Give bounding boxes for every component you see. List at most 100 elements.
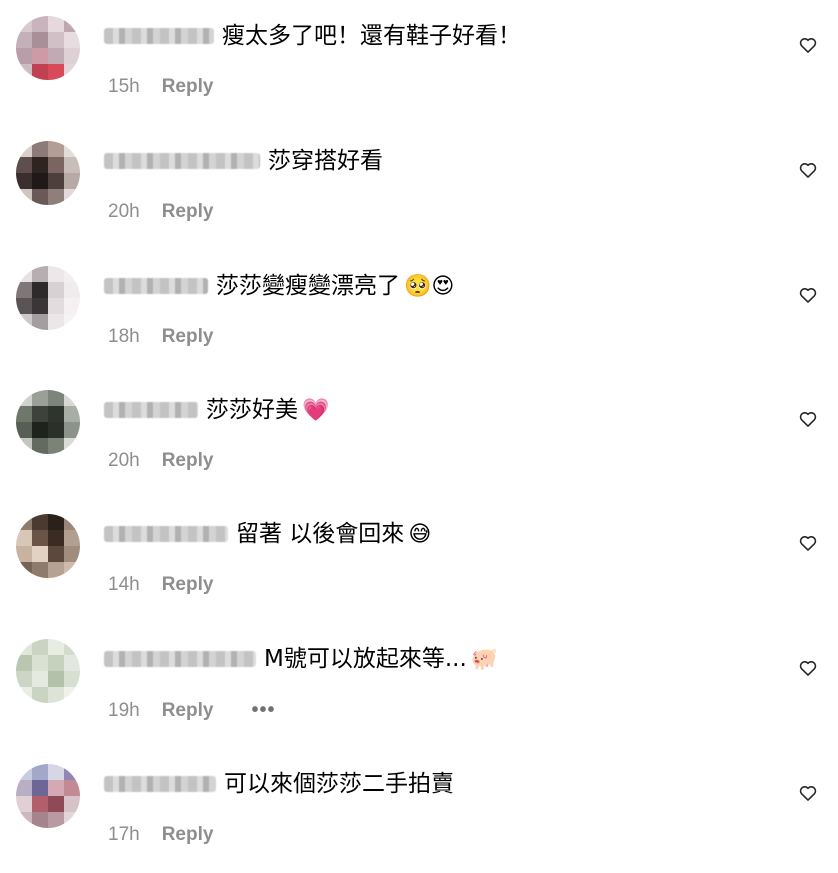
avatar-mosaic-tile — [32, 390, 48, 406]
avatar[interactable] — [16, 266, 80, 330]
avatar-mosaic-tile — [32, 314, 48, 330]
like-heart-icon[interactable] — [798, 285, 818, 305]
comment-text: 留著 以後會回來 — [236, 521, 405, 547]
avatar-mosaic-tile — [48, 764, 64, 780]
avatar-mosaic-tile — [32, 514, 48, 530]
comment-text: 莎莎好美 — [206, 397, 298, 423]
like-heart-icon[interactable] — [798, 409, 818, 429]
like-heart-icon[interactable] — [798, 533, 818, 553]
avatar[interactable] — [16, 514, 80, 578]
comment-emoji: 🐖 — [470, 646, 499, 671]
avatar-mosaic-tile — [16, 655, 32, 671]
reply-button[interactable]: Reply — [162, 326, 214, 348]
reply-button[interactable]: Reply — [162, 201, 214, 223]
avatar-mosaic-tile — [48, 16, 64, 32]
comment-line: 莎莎好美 💗 — [104, 394, 329, 426]
avatar-mosaic-tile — [64, 32, 80, 48]
avatar-mosaic-tile — [16, 438, 32, 454]
avatar-mosaic-tile — [16, 562, 32, 578]
avatar-mosaic-tile — [64, 48, 80, 64]
avatar-mosaic-tile — [16, 764, 32, 780]
avatar-mosaic-tile — [64, 189, 80, 205]
comment-line: 留著 以後會回來 😅 — [104, 518, 431, 550]
avatar-mosaic-tile — [16, 514, 32, 530]
comment-timestamp: 18h — [108, 326, 140, 347]
reply-button[interactable]: Reply — [162, 76, 214, 98]
avatar-mosaic-tile — [48, 189, 64, 205]
like-heart-icon[interactable] — [798, 783, 818, 803]
avatar-mosaic-tile — [48, 298, 64, 314]
username-blurred[interactable] — [104, 28, 214, 44]
avatar-mosaic-tile — [64, 173, 80, 189]
avatar-mosaic-tile — [48, 266, 64, 282]
comment-line: 莎莎變瘦變漂亮了 🥺😍 — [104, 270, 454, 302]
username-blurred[interactable] — [104, 402, 198, 418]
avatar-mosaic-tile — [32, 141, 48, 157]
avatar-mosaic-tile — [32, 530, 48, 546]
avatar-mosaic-tile — [32, 64, 48, 80]
username-blurred[interactable] — [104, 651, 256, 667]
reply-button[interactable]: Reply — [162, 450, 214, 472]
comment-line: 可以來個莎莎二手拍賣 — [104, 768, 458, 800]
reply-button[interactable]: Reply — [162, 824, 214, 846]
avatar-mosaic-tile — [32, 562, 48, 578]
avatar-mosaic-tile — [32, 298, 48, 314]
avatar-mosaic-tile — [48, 514, 64, 530]
comment-emoji: 🥺😍 — [404, 273, 455, 298]
avatar-mosaic-tile — [32, 438, 48, 454]
username-blurred[interactable] — [104, 526, 228, 542]
comment-timestamp: 20h — [108, 201, 140, 222]
avatar-mosaic-tile — [64, 438, 80, 454]
comment-timestamp: 15h — [108, 76, 140, 97]
comment-meta: 18h Reply — [108, 326, 213, 348]
avatar-mosaic-tile — [32, 780, 48, 796]
avatar-mosaic-tile — [64, 530, 80, 546]
avatar-mosaic-tile — [48, 546, 64, 562]
username-blurred[interactable] — [104, 278, 208, 294]
comment-item: 莎莎變瘦變漂亮了 🥺😍 18h Reply — [0, 250, 838, 375]
avatar[interactable] — [16, 141, 80, 205]
like-heart-icon[interactable] — [798, 658, 818, 678]
avatar-mosaic-tile — [16, 671, 32, 687]
avatar[interactable] — [16, 764, 80, 828]
avatar-mosaic-tile — [48, 282, 64, 298]
avatar-mosaic-tile — [16, 390, 32, 406]
username-blurred[interactable] — [104, 776, 216, 792]
comment-text: 莎莎變瘦變漂亮了 — [216, 273, 400, 299]
more-options-icon[interactable]: ••• — [251, 699, 275, 722]
username-blurred[interactable] — [104, 153, 260, 169]
avatar-mosaic-tile — [32, 796, 48, 812]
avatar-mosaic-tile — [32, 764, 48, 780]
comment-meta: 15h Reply — [108, 76, 213, 98]
avatar-mosaic-tile — [64, 406, 80, 422]
like-heart-icon[interactable] — [798, 160, 818, 180]
avatar-mosaic-tile — [64, 514, 80, 530]
avatar-mosaic-tile — [64, 764, 80, 780]
avatar-mosaic-tile — [32, 639, 48, 655]
avatar-mosaic-tile — [64, 314, 80, 330]
avatar-mosaic-tile — [16, 530, 32, 546]
avatar-mosaic-tile — [32, 655, 48, 671]
avatar[interactable] — [16, 390, 80, 454]
avatar-mosaic-tile — [16, 406, 32, 422]
avatar-mosaic-tile — [16, 812, 32, 828]
comment-meta: 20h Reply — [108, 450, 213, 472]
reply-button[interactable]: Reply — [162, 574, 214, 596]
avatar-mosaic-tile — [64, 796, 80, 812]
avatar-mosaic-tile — [32, 16, 48, 32]
avatar-mosaic-tile — [48, 530, 64, 546]
comment-text: M號可以放起來等... — [264, 646, 467, 672]
comment-item: 瘦太多了吧！還有鞋子好看！ 15h Reply — [0, 0, 838, 125]
reply-button[interactable]: Reply — [162, 700, 214, 722]
avatar-mosaic-tile — [48, 173, 64, 189]
like-heart-icon[interactable] — [798, 35, 818, 55]
avatar-mosaic-tile — [48, 812, 64, 828]
comment-timestamp: 17h — [108, 824, 140, 845]
avatar[interactable] — [16, 16, 80, 80]
avatar-mosaic-tile — [48, 314, 64, 330]
avatar-mosaic-tile — [16, 266, 32, 282]
avatar-mosaic-tile — [48, 655, 64, 671]
avatar-mosaic-tile — [64, 16, 80, 32]
avatar-mosaic-tile — [48, 157, 64, 173]
avatar[interactable] — [16, 639, 80, 703]
